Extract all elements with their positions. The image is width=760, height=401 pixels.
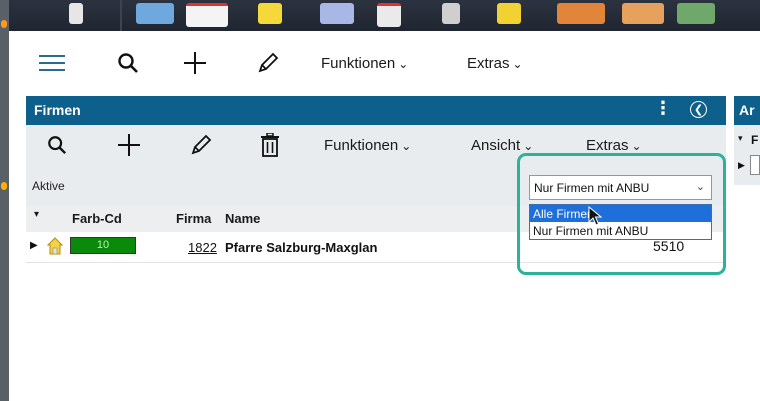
extras-menu-label: Extras [586,137,629,154]
column-header-company[interactable]: Firma [176,211,211,226]
chevron-down-icon: ⌄ [523,139,534,153]
chevron-down-icon: ⌄ [398,57,409,71]
color-code-badge: 10 [70,237,136,254]
main-toolbar: Funktionen ⌄ Extras ⌄ [9,31,760,91]
column-menu-icon[interactable]: ▾ [34,209,39,220]
extras-menu[interactable]: Extras ⌄ [586,137,642,154]
kebab-menu-icon[interactable]: ⋮ [654,98,672,119]
chevron-down-icon: ⌄ [401,139,412,153]
column-header-color-code[interactable]: Farb-Cd [72,211,122,226]
column-header-name[interactable]: Name [225,211,260,226]
view-menu[interactable]: Ansicht ⌄ [471,137,533,154]
view-menu-label: Ansicht [471,137,521,154]
functions-menu[interactable]: Funktionen ⌄ [321,55,408,72]
app-icon-6[interactable] [377,3,401,27]
color-code-value: 10 [96,239,110,251]
window-titlebar: Firmen ⋮ ❮ [26,96,726,125]
functions-menu-label: Funktionen [321,55,396,72]
adjacent-window-title: Ar [739,102,755,118]
adjacent-sort-icon: ▾ [738,133,743,143]
pencil-icon[interactable] [255,50,281,76]
extras-menu-label: Extras [467,55,510,72]
adjacent-label: F [751,133,759,147]
app-icon-3[interactable] [186,3,228,27]
company-number-link[interactable]: 1822 [188,240,217,255]
pencil-icon[interactable] [188,132,214,158]
taskbar-separator [120,0,122,31]
plus-icon[interactable] [182,50,208,76]
app-icon-11[interactable] [677,3,715,24]
status-label: Aktive [32,179,65,193]
app-icon-1[interactable] [69,3,83,24]
app-icon-10[interactable] [622,3,664,24]
chevron-down-icon: ⌄ [512,57,523,71]
functions-menu-label: Funktionen [324,137,399,154]
trash-icon[interactable] [258,131,282,159]
hamburger-icon[interactable] [39,53,65,73]
row-expand-icon[interactable]: ▶ [30,240,38,251]
highlight-annotation [517,153,726,275]
app-icon-9[interactable] [557,3,605,24]
company-name: Pfarre Salzburg-Maxglan [225,240,378,255]
window-title: Firmen [34,102,81,118]
adjacent-cell [750,155,760,175]
app-icon-4[interactable] [258,3,282,24]
adjacent-window: Ar ▾ F ▶ [734,96,760,186]
search-icon[interactable] [46,134,68,156]
extras-menu[interactable]: Extras ⌄ [467,55,523,72]
orange-marker [1,20,7,28]
home-icon [46,237,64,258]
left-edge [0,0,9,401]
app-icon-8[interactable] [497,3,521,24]
collapse-icon[interactable]: ❮ [690,101,707,118]
yellow-marker [1,182,7,190]
app-icon-2[interactable] [136,3,174,24]
adjacent-window-titlebar: Ar [734,96,760,125]
search-icon[interactable] [116,51,140,75]
plus-icon[interactable] [116,132,142,158]
functions-menu[interactable]: Funktionen ⌄ [324,137,411,154]
chevron-down-icon: ⌄ [631,139,642,153]
app-icon-5[interactable] [320,3,354,24]
adjacent-expand-icon[interactable]: ▶ [738,160,745,171]
app-icon-7[interactable] [442,3,460,24]
taskbar [9,0,760,31]
adjacent-window-body: ▾ F ▶ [734,125,760,185]
